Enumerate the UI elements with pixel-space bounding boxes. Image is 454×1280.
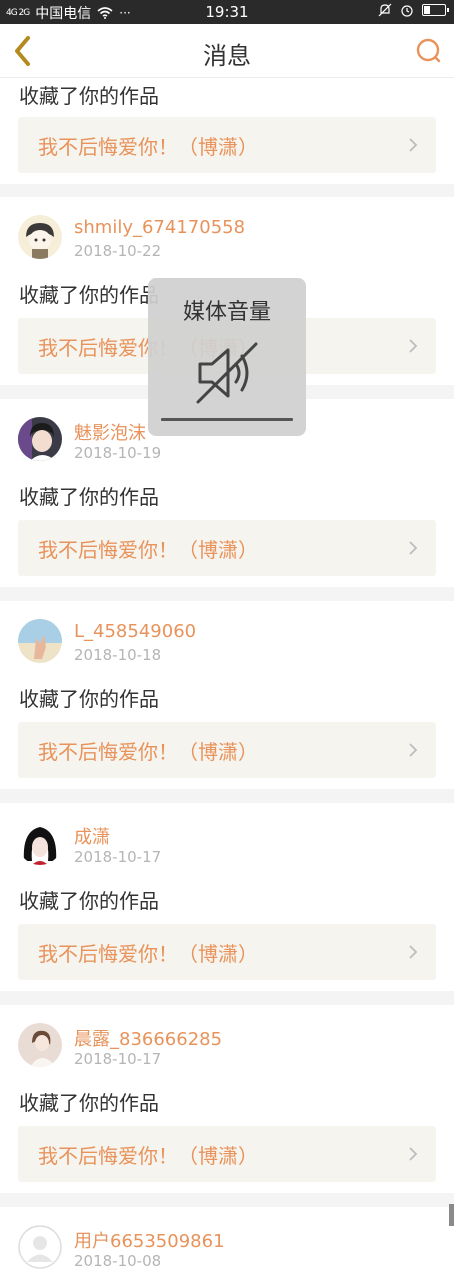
list-item: L_458549060 2018-10-18 收藏了你的作品 我不后悔爱你！（博…: [0, 601, 454, 789]
work-link[interactable]: 我不后悔爱你！（博潇）: [18, 520, 436, 576]
date: 2018-10-22: [74, 242, 162, 260]
search-icon[interactable]: [414, 36, 444, 66]
work-title: 我不后悔爱你！（博潇）: [38, 942, 258, 966]
work-title: 我不后悔爱你！（博潇）: [38, 740, 258, 764]
nav-bar: 消息: [0, 24, 454, 78]
work-link[interactable]: 我不后悔爱你！（博潇）: [18, 1126, 436, 1182]
avatar[interactable]: [18, 1225, 62, 1269]
scrollbar[interactable]: [449, 1204, 454, 1226]
status-bar: 4G 2G 中国电信 ··· 19:31: [0, 0, 454, 24]
avatar[interactable]: [18, 619, 62, 663]
date: 2018-10-08: [74, 1252, 162, 1270]
volume-title: 媒体音量: [182, 300, 271, 325]
chevron-right-icon: [409, 1147, 418, 1161]
action-text: 收藏了你的作品: [19, 1091, 159, 1115]
action-text: 收藏了你的作品: [19, 485, 159, 509]
work-title: 我不后悔爱你！（博潇）: [38, 538, 258, 562]
battery-icon: [422, 4, 449, 16]
chevron-right-icon: [409, 339, 418, 353]
status-right: [378, 3, 449, 17]
action-text: 收藏了你的作品: [19, 687, 159, 711]
username[interactable]: L_458549060: [74, 621, 196, 642]
username[interactable]: shmily_674170558: [74, 217, 245, 238]
work-title: 我不后悔爱你！（博潇）: [38, 1144, 258, 1168]
date: 2018-10-19: [74, 444, 162, 462]
chevron-right-icon: [409, 138, 418, 152]
volume-level-bar: [161, 418, 293, 421]
date: 2018-10-17: [74, 848, 162, 866]
list-item: 收藏了你的作品 我不后悔爱你！（博潇）: [0, 78, 454, 184]
work-link[interactable]: 我不后悔爱你！（博潇）: [18, 117, 436, 173]
action-text: 收藏了你的作品: [19, 889, 159, 913]
alarm-icon: [401, 5, 413, 17]
work-link[interactable]: 我不后悔爱你！（博潇）: [18, 924, 436, 980]
page-title: 消息: [203, 42, 251, 70]
username[interactable]: 魅影泡沫: [74, 419, 146, 445]
volume-overlay: 媒体音量: [148, 278, 306, 436]
chevron-right-icon: [409, 541, 418, 555]
username[interactable]: 晨露_836666285: [74, 1025, 222, 1051]
message-list[interactable]: 收藏了你的作品 我不后悔爱你！（博潇） shmily_674170558 201…: [0, 78, 454, 1280]
work-title: 我不后悔爱你！（博潇）: [38, 135, 258, 159]
username[interactable]: 成潇: [74, 823, 110, 849]
speaker-muted-icon: [196, 342, 258, 404]
avatar[interactable]: [18, 821, 62, 865]
date: 2018-10-18: [74, 646, 162, 664]
chevron-right-icon: [409, 945, 418, 959]
list-item: 成潇 2018-10-17 收藏了你的作品 我不后悔爱你！（博潇）: [0, 803, 454, 991]
silent-bell-icon: [378, 3, 392, 17]
list-item: 晨露_836666285 2018-10-17 收藏了你的作品 我不后悔爱你！（…: [0, 1005, 454, 1193]
list-item: 用户6653509861 2018-10-08: [0, 1207, 454, 1280]
chevron-right-icon: [409, 743, 418, 757]
avatar[interactable]: [18, 417, 62, 461]
action-text: 收藏了你的作品: [19, 283, 159, 307]
avatar[interactable]: [18, 1023, 62, 1067]
username[interactable]: 用户6653509861: [74, 1227, 225, 1253]
avatar[interactable]: [18, 215, 62, 259]
work-link[interactable]: 我不后悔爱你！（博潇）: [18, 722, 436, 778]
date: 2018-10-17: [74, 1050, 162, 1068]
action-text: 收藏了你的作品: [19, 84, 159, 108]
